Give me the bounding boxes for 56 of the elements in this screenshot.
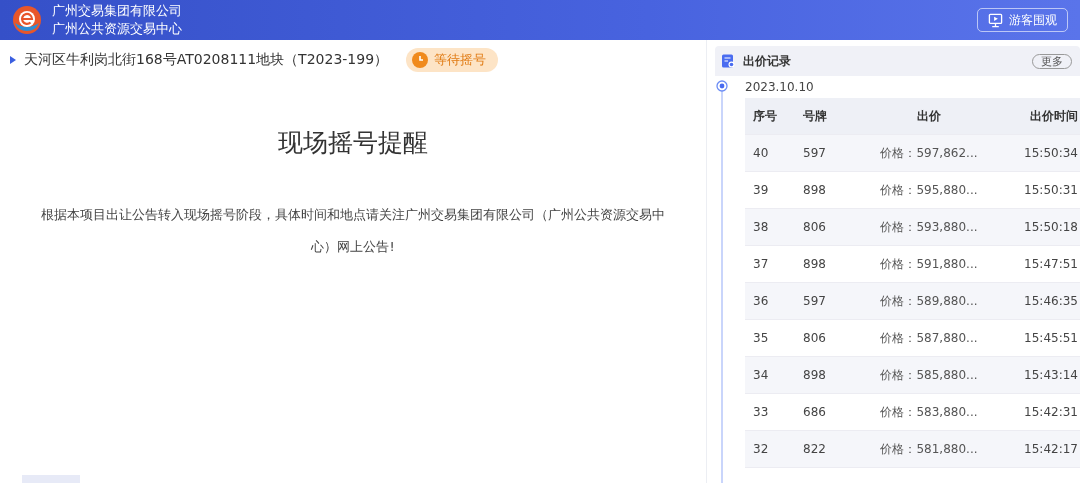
table-cell-text: 806 xyxy=(802,220,827,234)
table-cell-text: 15:45:51 xyxy=(1023,331,1079,345)
table-cell-text: 36 xyxy=(752,294,770,308)
table-cell-text: 32 xyxy=(752,442,770,456)
column-header: 号牌 xyxy=(802,107,828,125)
table-cell-text: 15:50:18 xyxy=(1023,220,1079,234)
org-name: 广州交易集团有限公司 xyxy=(52,2,182,20)
table-cell-text: 597 xyxy=(802,146,827,160)
column-header: 出价 xyxy=(916,107,942,125)
table-cell-text: 33 xyxy=(752,405,770,419)
table-cell-text: 价格：587,880... xyxy=(879,329,979,347)
table-cell-text: 价格：597,862... xyxy=(879,144,979,162)
clock-icon xyxy=(412,52,429,68)
guest-view-button[interactable]: 游客围观 xyxy=(977,8,1068,32)
tab-strip xyxy=(22,475,80,483)
table-cell-text: 价格：595,880... xyxy=(879,181,979,199)
table-cell-text: 15:47:51 xyxy=(1023,257,1079,271)
table-cell-text: 15:42:31 xyxy=(1023,405,1079,419)
table-cell-text: 898 xyxy=(802,368,827,382)
notice-text: 根据本项目出让公告转入现场摇号阶段，具体时间和地点请关注广州交易集团有限公司（广州公共资源交易中心）网上公告! xyxy=(40,206,666,256)
table-cell-text: 37 xyxy=(752,257,770,271)
table-cell-text: 686 xyxy=(802,405,827,419)
column-header: 序号 xyxy=(752,107,778,125)
table-cell-text: 15:43:14 xyxy=(1023,368,1079,382)
table-cell-text: 价格：583,880... xyxy=(879,403,979,421)
table-cell-text: 898 xyxy=(802,183,827,197)
table-cell-text: 822 xyxy=(802,442,827,456)
table-cell-text: 15:46:35 xyxy=(1023,294,1079,308)
bid-date: 2023.10.10 xyxy=(745,79,815,96)
logo-icon xyxy=(12,5,42,35)
table-cell-text: 价格：593,880... xyxy=(879,218,979,236)
timeline-dot-icon xyxy=(716,80,728,92)
table-cell-text: 价格：585,880... xyxy=(879,366,979,384)
table-cell-text: 价格：591,880... xyxy=(879,255,979,273)
column-header: 出价时间 xyxy=(1029,107,1079,125)
table-cell-text: 898 xyxy=(802,257,827,271)
document-icon xyxy=(721,54,735,68)
org-subname: 广州公共资源交易中心 xyxy=(52,20,182,38)
table-cell-text: 价格：589,880... xyxy=(879,292,979,310)
status-text: 等待摇号 xyxy=(434,51,487,69)
table-cell-text: 39 xyxy=(752,183,770,197)
notice-heading: 现场摇号提醒 xyxy=(278,127,428,159)
table-cell-text: 40 xyxy=(752,146,770,160)
table-cell-text: 15:50:34 xyxy=(1023,146,1079,160)
panel-title: 出价记录 xyxy=(743,52,791,70)
table-cell-text: 35 xyxy=(752,331,770,345)
table-cell-text: 597 xyxy=(802,294,827,308)
table-cell-text: 15:42:17 xyxy=(1023,442,1079,456)
table-cell-text: 34 xyxy=(752,368,770,382)
monitor-play-icon xyxy=(988,12,1003,28)
triangle-icon xyxy=(10,56,16,64)
table-cell-text: 价格：581,880... xyxy=(879,440,979,458)
lot-title: 天河区牛利岗北街168号AT0208111地块（T2023-199） xyxy=(24,51,389,69)
table-cell-text: 806 xyxy=(802,331,827,345)
table-cell-text: 15:50:31 xyxy=(1023,183,1079,197)
table-cell-text: 38 xyxy=(752,220,770,234)
